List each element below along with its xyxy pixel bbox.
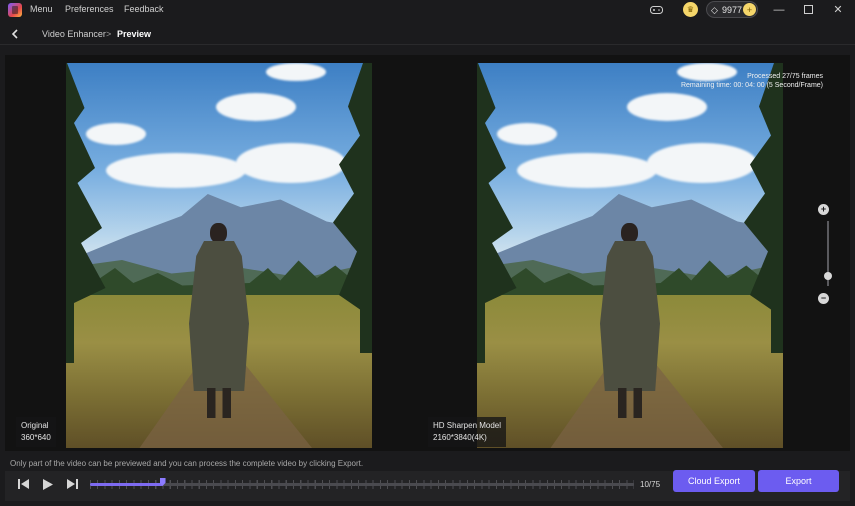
play-icon[interactable] — [40, 476, 56, 492]
zoom-slider-handle[interactable] — [824, 272, 832, 280]
original-resolution: 360*640 — [21, 433, 51, 442]
back-arrow-icon[interactable] — [8, 27, 22, 41]
enhanced-resolution: 2160*3840(4K) — [433, 433, 487, 442]
original-label-title: Original — [21, 421, 49, 430]
person-figure — [600, 223, 660, 423]
breadcrumb-separator: > — [106, 29, 112, 39]
minimize-icon[interactable]: — — [770, 2, 788, 17]
enhanced-video-frame — [477, 63, 783, 448]
preview-area: Processed 27/75 frames Remaining time: 0… — [5, 55, 850, 451]
processing-status: Processed 27/75 frames Remaining time: 0… — [681, 72, 823, 90]
menu-button[interactable]: Menu — [30, 4, 53, 14]
export-button[interactable]: Export — [758, 470, 839, 492]
breadcrumb-video-enhancer[interactable]: Video Enhancer — [42, 29, 106, 39]
gamepad-icon[interactable] — [649, 3, 663, 17]
feedback-button[interactable]: Feedback — [124, 4, 164, 14]
breadcrumb-preview: Preview — [117, 29, 152, 39]
title-bar: Menu Preferences Feedback ♛ ◇ 9977 + — ✕ — [0, 0, 855, 20]
timeline-progress — [90, 483, 163, 486]
original-video-frame — [66, 63, 372, 448]
zoom-out-icon[interactable]: − — [818, 293, 829, 304]
next-frame-icon[interactable] — [64, 476, 80, 492]
coin-icon[interactable]: ♛ — [683, 2, 698, 17]
breadcrumb: Video Enhancer > Preview — [0, 23, 855, 45]
maximize-icon[interactable] — [799, 2, 817, 17]
cloud-export-button[interactable]: Cloud Export — [673, 470, 755, 492]
credits-badge[interactable]: ◇ 9977 + — [706, 1, 758, 18]
previous-frame-icon[interactable] — [16, 476, 32, 492]
diamond-icon: ◇ — [711, 5, 718, 15]
processed-frames: Processed 27/75 frames — [747, 73, 823, 80]
model-name: HD Sharpen Model — [433, 421, 502, 430]
zoom-in-icon[interactable]: + — [818, 204, 829, 215]
remaining-time: Remaining time: 00: 04: 00 (5 Second/Fra… — [680, 82, 823, 89]
preferences-button[interactable]: Preferences — [65, 4, 114, 14]
close-icon[interactable]: ✕ — [829, 2, 847, 17]
person-figure — [189, 223, 249, 423]
timeline-track[interactable] — [90, 483, 634, 486]
add-credits-icon[interactable]: + — [743, 3, 756, 16]
preview-hint: Only part of the video can be previewed … — [10, 459, 364, 468]
app-logo — [8, 3, 22, 17]
enhanced-label: HD Sharpen Model 2160*3840(4K) — [428, 417, 507, 447]
original-label: Original 360*640 — [16, 417, 56, 447]
credits-value: 9977 — [722, 5, 743, 15]
frame-counter: 10/75 — [640, 480, 661, 489]
